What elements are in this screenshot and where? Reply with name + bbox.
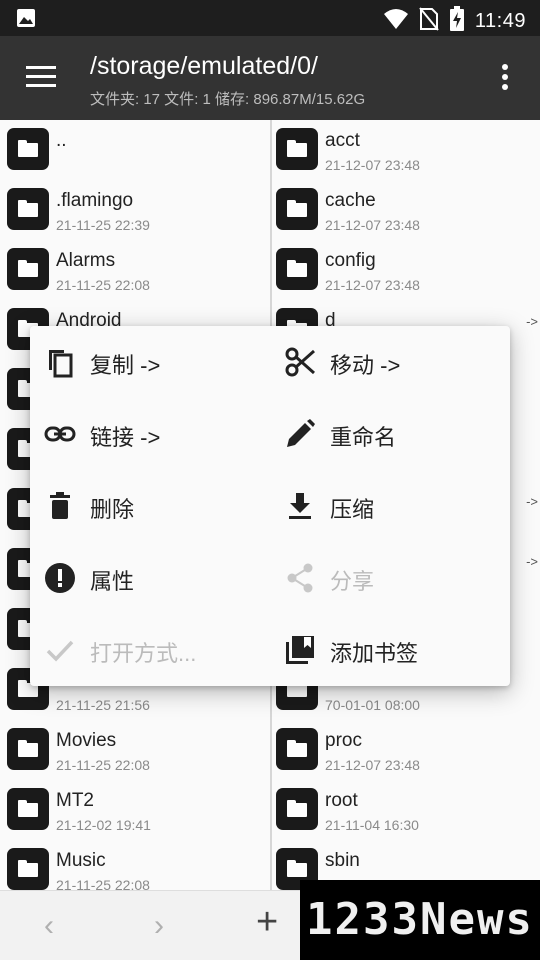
list-item[interactable]: Music 21-11-25 22:08	[0, 840, 270, 890]
folder-icon	[7, 728, 49, 770]
toolbar: /storage/emulated/0/ 文件夹: 17 文件: 1 储存: 8…	[0, 36, 540, 120]
list-item[interactable]: acct 21-12-07 23:48	[272, 120, 540, 180]
file-date: 21-12-07 23:48	[325, 757, 420, 773]
forward-button[interactable]: ›	[154, 909, 164, 943]
list-item[interactable]: root 21-11-04 16:30	[272, 780, 540, 840]
share-icon	[284, 562, 316, 594]
symlink-arrow: ->	[526, 314, 538, 329]
file-date: 21-12-07 23:48	[325, 217, 420, 233]
list-item[interactable]: ..	[0, 120, 270, 180]
download-icon	[284, 490, 316, 522]
no-sim-icon	[419, 7, 439, 36]
context-menu: 复制 -> 移动 -> 链接 -> 重命名 删除 压缩 属性 分享 打开方式..…	[30, 326, 510, 686]
folder-icon	[7, 188, 49, 230]
folder-icon	[276, 128, 318, 170]
menu-item-link[interactable]: 链接 ->	[30, 398, 270, 470]
menu-item-share[interactable]: 分享	[270, 542, 510, 614]
bookmark-library-icon	[284, 634, 316, 666]
menu-item-label: 删除	[90, 497, 135, 522]
file-name: sbin	[325, 850, 360, 871]
trash-icon	[44, 490, 76, 522]
menu-item-add-bookmark[interactable]: 添加书签	[270, 614, 510, 686]
watermark-text: 1233News	[306, 894, 534, 945]
folder-icon	[7, 248, 49, 290]
file-name: ..	[56, 130, 67, 151]
folder-icon	[7, 788, 49, 830]
file-name: Music	[56, 850, 106, 871]
storage-info: 文件夹: 17 文件: 1 储存: 896.87M/15.62G	[90, 91, 366, 108]
symlink-arrow: ->	[526, 494, 538, 509]
file-name: .flamingo	[56, 190, 134, 211]
link-icon	[44, 418, 76, 450]
list-item[interactable]: Movies 21-11-25 22:08	[0, 720, 270, 780]
menu-item-copy[interactable]: 复制 ->	[30, 326, 270, 398]
file-name: proc	[325, 730, 362, 751]
menu-item-label: 打开方式...	[90, 641, 197, 666]
file-name: cache	[325, 190, 376, 211]
list-item[interactable]: proc 21-12-07 23:48	[272, 720, 540, 780]
file-date: 21-11-25 22:08	[56, 877, 150, 890]
folder-icon	[276, 248, 318, 290]
menu-item-properties[interactable]: 属性	[30, 542, 270, 614]
more-options-icon[interactable]	[502, 64, 510, 92]
menu-item-delete[interactable]: 删除	[30, 470, 270, 542]
scissors-icon	[284, 346, 316, 378]
file-name: Alarms	[56, 250, 116, 271]
list-item[interactable]: Alarms 21-11-25 22:08	[0, 240, 270, 300]
list-item[interactable]: MT2 21-12-02 19:41	[0, 780, 270, 840]
folder-icon	[276, 728, 318, 770]
file-name: config	[325, 250, 376, 271]
menu-item-label: 属性	[90, 569, 135, 594]
info-alert-icon	[44, 562, 76, 594]
file-name: Movies	[56, 730, 117, 751]
hamburger-menu-icon[interactable]	[26, 66, 58, 90]
check-icon	[44, 634, 76, 666]
file-date: 21-12-07 23:48	[325, 277, 420, 293]
menu-item-open-with[interactable]: 打开方式...	[30, 614, 270, 686]
menu-item-label: 移动 ->	[330, 353, 401, 378]
back-button[interactable]: ‹	[44, 909, 54, 943]
image-notification-icon	[16, 8, 36, 33]
menu-item-compress[interactable]: 压缩	[270, 470, 510, 542]
add-button[interactable]: +	[256, 901, 278, 944]
file-name: root	[325, 790, 358, 811]
list-item[interactable]: cache 21-12-07 23:48	[272, 180, 540, 240]
file-date: 21-12-02 19:41	[56, 817, 151, 833]
menu-item-label: 压缩	[330, 497, 375, 522]
folder-icon	[276, 188, 318, 230]
file-name: MT2	[56, 790, 94, 811]
list-item[interactable]: .flamingo 21-11-25 22:39	[0, 180, 270, 240]
watermark-logo: 1233News	[300, 880, 540, 960]
file-date: 21-11-25 22:08	[56, 277, 150, 293]
file-date: 21-12-07 23:48	[325, 157, 420, 173]
menu-item-label: 复制 ->	[90, 353, 161, 378]
folder-icon	[7, 128, 49, 170]
symlink-arrow: ->	[526, 554, 538, 569]
menu-item-label: 添加书签	[330, 641, 419, 666]
wifi-icon	[383, 8, 409, 35]
menu-item-move[interactable]: 移动 ->	[270, 326, 510, 398]
folder-icon	[276, 788, 318, 830]
file-date: 21-11-04 16:30	[325, 817, 419, 833]
menu-item-label: 重命名	[330, 425, 397, 450]
menu-item-rename[interactable]: 重命名	[270, 398, 510, 470]
copy-icon	[44, 346, 76, 378]
pencil-icon	[284, 418, 316, 450]
file-name: acct	[325, 130, 360, 151]
menu-item-label: 链接 ->	[90, 425, 161, 450]
folder-icon	[7, 848, 49, 890]
status-bar: 11:49	[0, 0, 540, 36]
list-item[interactable]: config 21-12-07 23:48	[272, 240, 540, 300]
clock: 11:49	[474, 10, 526, 32]
file-date: 21-11-25 22:39	[56, 217, 150, 233]
file-date: 21-11-25 22:08	[56, 757, 150, 773]
file-date: 21-11-25 21:56	[56, 697, 150, 713]
current-path: /storage/emulated/0/	[90, 52, 318, 80]
battery-charging-icon	[449, 6, 465, 37]
menu-item-label: 分享	[330, 569, 375, 594]
file-date: 70-01-01 08:00	[325, 697, 420, 713]
